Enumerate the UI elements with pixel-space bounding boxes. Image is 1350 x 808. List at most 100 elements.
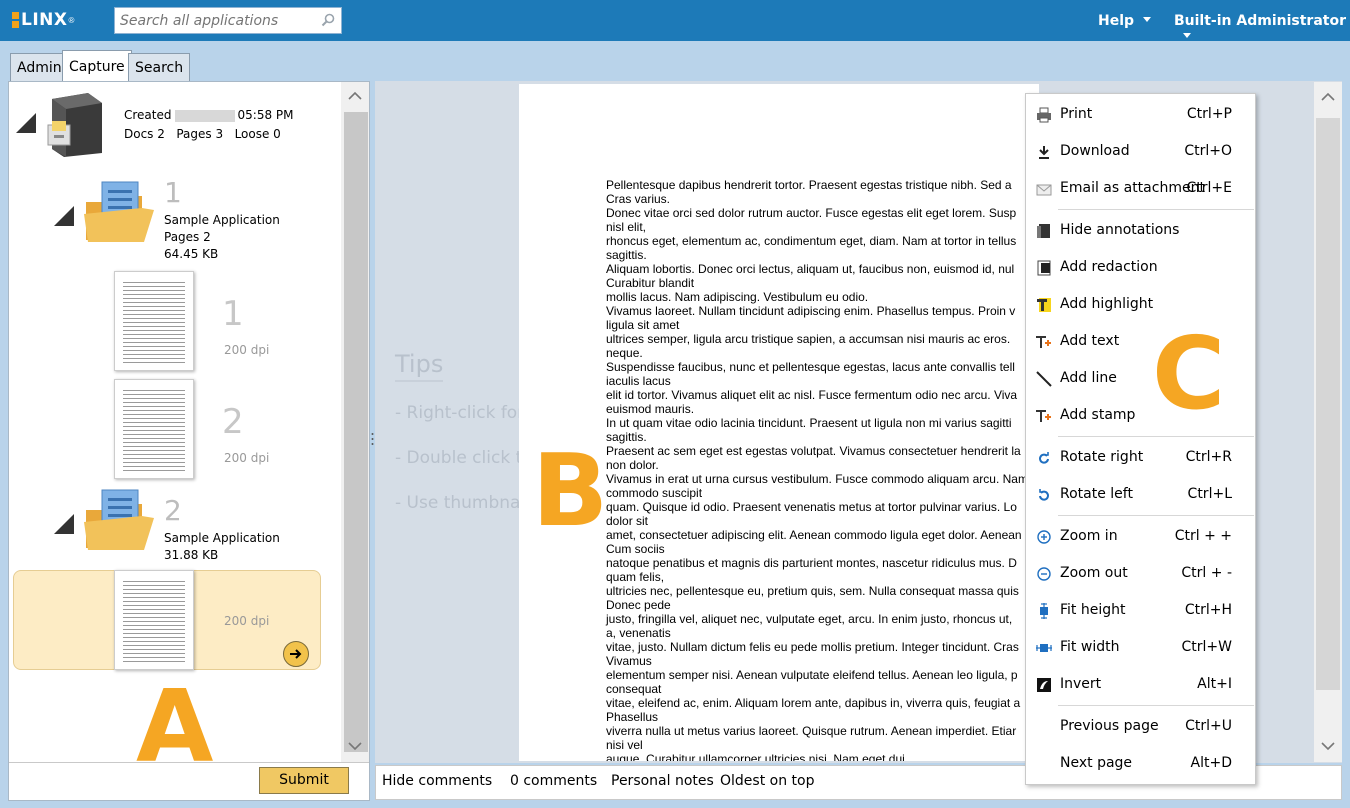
- logo-mark-icon: [12, 12, 19, 28]
- document-line: commodo suscipit: [606, 486, 703, 500]
- scroll-down-icon[interactable]: [1320, 738, 1336, 754]
- document-line: ultricies nec, pellentesque eu, pretium …: [606, 584, 1019, 598]
- page-thumbnail-lines: [123, 280, 185, 364]
- tab-admin[interactable]: Admin: [10, 53, 69, 81]
- menu-item-shortcut: Ctrl+U: [1185, 718, 1232, 734]
- rotate-right-icon: [1039, 452, 1049, 464]
- document-line: Vivamus in erat ut urna cursus vestibulu…: [606, 472, 1028, 486]
- document-line: Phasellus: [606, 710, 659, 724]
- scroll-down-icon[interactable]: [347, 738, 363, 754]
- document-line: dolor sit: [606, 514, 649, 528]
- folder-icon[interactable]: [82, 180, 158, 246]
- document-line: ligula sit amet: [606, 318, 680, 332]
- document-line: elementum semper nisi. Aenean vulputate …: [606, 668, 1018, 682]
- menu-item-invert[interactable]: Invert Alt+I: [1026, 670, 1257, 700]
- search-icon[interactable]: [321, 13, 335, 27]
- menu-item-label: Print: [1060, 106, 1093, 122]
- invert-icon: [1037, 678, 1051, 692]
- search-input[interactable]: [115, 8, 315, 33]
- document-line: ultrices semper, ligula arcu tristique s…: [606, 332, 1011, 346]
- menu-item-zoom-in[interactable]: Zoom in Ctrl + +: [1026, 522, 1257, 552]
- menu-item-fit-width[interactable]: Fit width Ctrl+W: [1026, 633, 1257, 663]
- menu-item-label: Fit height: [1060, 602, 1126, 618]
- menu-item-zoom-out[interactable]: Zoom out Ctrl + -: [1026, 559, 1257, 589]
- left-scrollbar[interactable]: [341, 82, 369, 762]
- submit-button[interactable]: Submit: [259, 767, 349, 794]
- document-text: Pellentesque dapibus hendrerit tortor. P…: [606, 178, 1039, 761]
- menu-item-fit-height[interactable]: Fit height Ctrl+H: [1026, 596, 1257, 626]
- expand-document-2-icon[interactable]: [54, 514, 74, 534]
- menu-item-shortcut: Ctrl+O: [1184, 143, 1232, 159]
- document-line: sagittis.: [606, 248, 647, 262]
- document-2-size: 31.88 KB: [164, 548, 219, 562]
- menu-separator: [1058, 209, 1254, 210]
- created-time: 05:58 PM: [237, 108, 294, 122]
- menu-item-next-page[interactable]: Next page Alt+D: [1026, 749, 1257, 779]
- personal-notes-link[interactable]: Personal notes: [611, 773, 714, 789]
- menu-item-download[interactable]: Download Ctrl+O: [1026, 137, 1257, 167]
- menu-item-email-attachment[interactable]: Email as attachment Ctrl+E: [1026, 174, 1257, 204]
- left-scrollbar-thumb[interactable]: [344, 112, 368, 752]
- tip-item: - Use thumbnai: [395, 493, 526, 513]
- menu-item-rotate-right[interactable]: Rotate right Ctrl+R: [1026, 443, 1257, 473]
- help-menu[interactable]: Help: [1098, 13, 1152, 29]
- page-thumbnail-2[interactable]: [114, 379, 194, 479]
- comment-order-toggle[interactable]: Oldest on top: [720, 773, 814, 789]
- batch-created: Created 05:58 PM: [124, 108, 294, 122]
- line-icon: [1036, 371, 1052, 387]
- menu-item-hide-annotations[interactable]: Hide annotations: [1026, 216, 1257, 246]
- document-line: vitae, justo. Nullam dictum felis eu ped…: [606, 640, 1019, 654]
- menu-item-print[interactable]: Print Ctrl+P: [1026, 100, 1257, 130]
- comments-count: 0 comments: [510, 773, 598, 789]
- download-icon: [1039, 146, 1049, 159]
- move-page-button[interactable]: [283, 641, 309, 667]
- page-thumbnail-3[interactable]: [114, 570, 194, 670]
- logo-registered: ®: [68, 15, 75, 25]
- envelope-icon: [1036, 184, 1052, 196]
- document-page[interactable]: Pellentesque dapibus hendrerit tortor. P…: [519, 84, 1039, 761]
- expand-batch-icon[interactable]: [16, 113, 36, 133]
- document-line: nisl elit,: [606, 220, 647, 234]
- tab-search[interactable]: Search: [128, 53, 191, 81]
- user-menu[interactable]: Built-in Administrator: [1174, 13, 1350, 45]
- document-line: natoque penatibus et magnis dis parturie…: [606, 556, 1017, 570]
- document-1-meta[interactable]: Sample Application Pages 2 64.45 KB: [164, 212, 280, 263]
- page-2-number: 2: [222, 402, 244, 442]
- document-line: iaculis lacus: [606, 374, 671, 388]
- tab-capture[interactable]: Capture: [62, 50, 132, 82]
- menu-item-previous-page[interactable]: Previous page Ctrl+U: [1026, 712, 1257, 742]
- document-line: amet, consectetuer adipiscing elit. Aene…: [606, 528, 1022, 542]
- zoom-out-icon: [1037, 567, 1051, 581]
- menu-item-shortcut: Ctrl + -: [1181, 565, 1232, 581]
- menu-item-shortcut: Alt+I: [1197, 676, 1232, 692]
- scroll-up-icon[interactable]: [1320, 89, 1336, 105]
- menu-item-rotate-left[interactable]: Rotate left Ctrl+L: [1026, 480, 1257, 510]
- callout-letter-b: B: [532, 432, 609, 549]
- user-label: Built-in Administrator: [1174, 13, 1346, 29]
- page-1-dpi: 200 dpi: [224, 343, 270, 357]
- viewer-scrollbar[interactable]: [1314, 82, 1342, 762]
- document-line: non dolor.: [606, 458, 659, 472]
- chevron-down-icon: [1143, 16, 1152, 22]
- document-line: Pellentesque dapibus hendrerit tortor. P…: [606, 178, 1012, 192]
- menu-item-label: Rotate right: [1060, 449, 1144, 465]
- document-2-meta[interactable]: Sample Application 31.88 KB: [164, 530, 280, 564]
- document-line: Donec vitae orci sed dolor rutrum auctor…: [606, 206, 1017, 220]
- page-2-dpi: 200 dpi: [224, 451, 270, 465]
- expand-document-1-icon[interactable]: [54, 206, 74, 226]
- document-line: sagittis.: [606, 430, 647, 444]
- hide-comments-link[interactable]: Hide comments: [382, 773, 492, 789]
- linx-logo[interactable]: LINX ®: [12, 10, 74, 30]
- rotate-left-icon: [1039, 489, 1049, 501]
- menu-item-add-redaction[interactable]: Add redaction: [1026, 253, 1257, 283]
- fit-width-icon: [1036, 644, 1052, 652]
- scroll-up-icon[interactable]: [347, 88, 363, 104]
- menu-item-label: Invert: [1060, 676, 1102, 692]
- page-thumbnail-lines: [123, 579, 185, 663]
- redaction-icon: [1037, 260, 1051, 276]
- page-thumbnail-1[interactable]: [114, 271, 194, 371]
- batch-docs: Docs 2: [124, 127, 165, 141]
- folder-icon[interactable]: [82, 488, 158, 554]
- document-line: consequat: [606, 682, 662, 696]
- viewer-scrollbar-thumb[interactable]: [1316, 118, 1340, 690]
